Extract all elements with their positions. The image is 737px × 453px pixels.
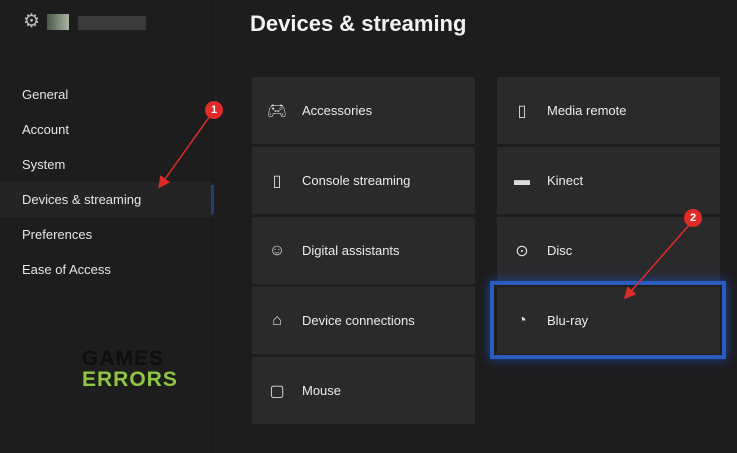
arrow-1 [158,115,211,189]
annotation-badge-2: 2 [684,209,702,227]
arrow-2 [624,223,691,300]
annotation-arrows [158,115,691,300]
annotation-badge-1: 1 [205,101,223,119]
